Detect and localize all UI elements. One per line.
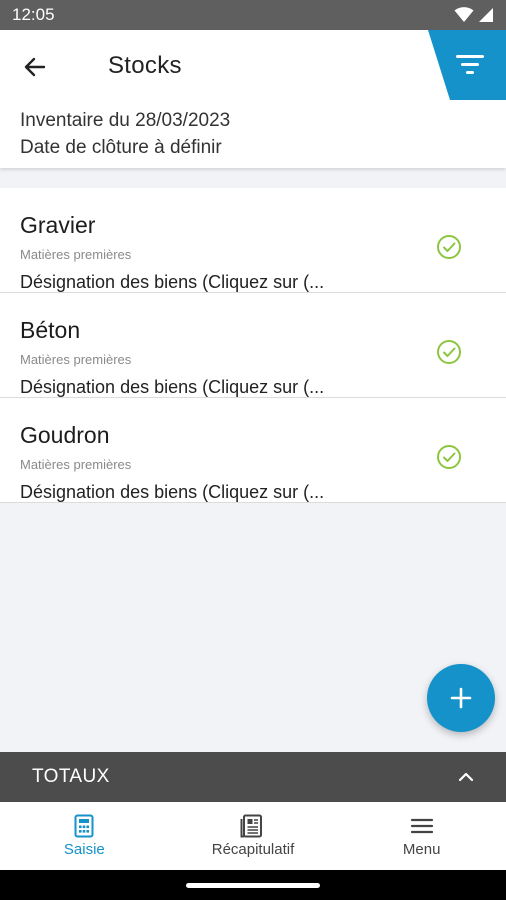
add-button[interactable] — [427, 664, 495, 732]
item-designation: Désignation des biens (Cliquez sur (... — [20, 272, 325, 292]
check-circle-icon — [437, 235, 461, 259]
document-icon — [240, 814, 262, 838]
bottom-nav: Saisie Récapitulatif Menu — [0, 802, 506, 870]
status-bar: 12:05 — [0, 0, 506, 30]
check-circle-icon — [437, 340, 461, 364]
hamburger-icon — [410, 818, 433, 834]
inventory-date: Inventaire du 28/03/2023 — [20, 110, 231, 131]
page-title: Stocks — [108, 52, 182, 79]
status-time: 12:05 — [12, 5, 55, 24]
closing-date: Date de clôture à définir — [20, 137, 222, 158]
nav-recapitulatif[interactable]: Récapitulatif — [169, 802, 338, 870]
totals-label: TOTAUX — [32, 766, 110, 787]
check-circle-icon — [437, 445, 461, 469]
nav-label: Menu — [402, 841, 441, 858]
filter-icon — [428, 30, 506, 100]
item-name: Béton — [20, 317, 81, 343]
item-name: Gravier — [20, 212, 96, 238]
app-header: Stocks Inventaire du 28/03/2023 Date de … — [0, 30, 506, 168]
nav-label: Récapitulatif — [211, 841, 295, 858]
item-designation: Désignation des biens (Cliquez sur (... — [20, 482, 325, 502]
item-designation: Désignation des biens (Cliquez sur (... — [20, 377, 325, 397]
signal-icon — [479, 8, 493, 22]
plus-icon — [450, 687, 472, 709]
filter-button[interactable] — [428, 30, 506, 100]
item-category: Matières premières — [20, 457, 132, 472]
gesture-bar — [0, 870, 506, 900]
chevron-up-icon — [458, 772, 474, 782]
item-name: Goudron — [20, 422, 110, 448]
arrow-left-icon — [24, 57, 46, 77]
stock-list: Gravier Matières premières Désignation d… — [0, 188, 506, 503]
list-item[interactable]: Gravier Matières premières Désignation d… — [0, 188, 506, 293]
calculator-icon — [74, 814, 94, 838]
nav-saisie[interactable]: Saisie — [0, 802, 169, 870]
nav-menu[interactable]: Menu — [337, 802, 506, 870]
home-gesture-handle[interactable] — [186, 883, 320, 888]
item-category: Matières premières — [20, 247, 132, 262]
item-category: Matières premières — [20, 352, 132, 367]
list-item[interactable]: Goudron Matières premières Désignation d… — [0, 398, 506, 503]
totals-bar[interactable]: TOTAUX — [0, 752, 506, 802]
back-button[interactable] — [18, 50, 52, 84]
wifi-icon — [454, 7, 474, 22]
list-item[interactable]: Béton Matières premières Désignation des… — [0, 293, 506, 398]
status-icons — [454, 7, 494, 23]
nav-label: Saisie — [63, 841, 105, 858]
